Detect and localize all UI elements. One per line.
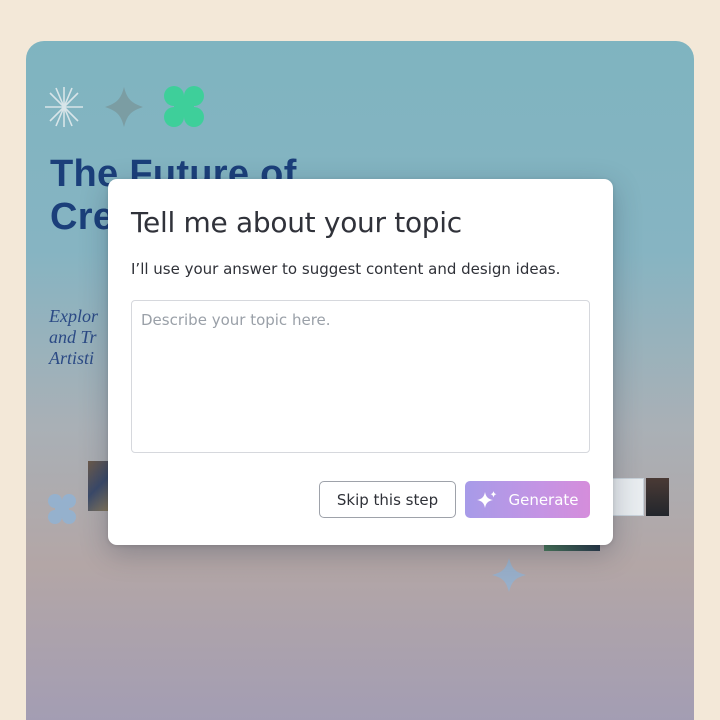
four-point-star-icon	[105, 87, 143, 127]
clover-outline-icon	[48, 494, 76, 524]
clover-icon	[164, 86, 204, 127]
generate-button[interactable]: Generate	[465, 481, 590, 518]
dialog-title: Tell me about your topic	[131, 206, 462, 239]
right-thumbnail-photo	[646, 478, 669, 516]
generate-label: Generate	[508, 490, 579, 509]
topic-input[interactable]	[131, 300, 590, 453]
topic-dialog: Tell me about your topic I’ll use your a…	[108, 179, 613, 545]
left-thumbnail-image	[88, 461, 110, 511]
dialog-description: I’ll use your answer to suggest content …	[131, 260, 561, 278]
starburst-icon	[45, 87, 83, 127]
four-point-star-small-icon	[492, 558, 526, 592]
skip-step-label: Skip this step	[336, 490, 439, 509]
skip-step-button[interactable]: Skip this step	[319, 481, 456, 518]
right-thumbnail-card	[612, 478, 644, 516]
sparkle-icon	[477, 490, 497, 508]
